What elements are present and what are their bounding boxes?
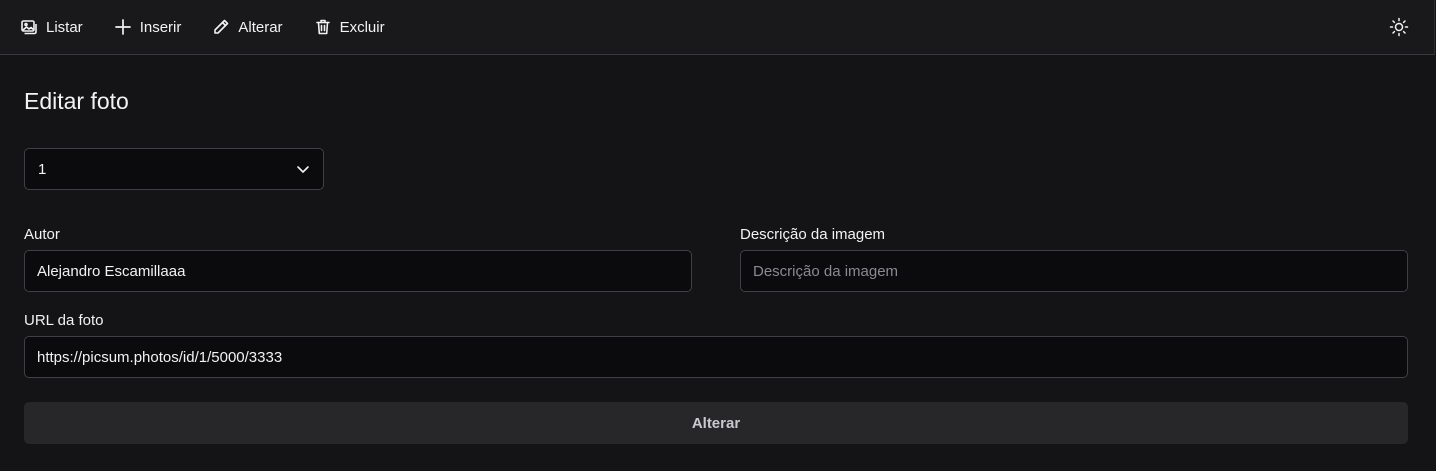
- url-label: URL da foto: [24, 312, 104, 329]
- url-input[interactable]: https://picsum.photos/id/1/5000/3333: [24, 336, 1408, 378]
- pencil-icon: [212, 18, 230, 36]
- nav-item-excluir[interactable]: Excluir: [314, 18, 385, 36]
- plus-icon: [114, 18, 132, 36]
- photo-select-value: 1: [38, 160, 47, 178]
- theme-toggle-button[interactable]: [1389, 17, 1409, 37]
- nav-item-label: Listar: [46, 18, 83, 36]
- trash-icon: [314, 18, 332, 36]
- nav-item-inserir[interactable]: Inserir: [114, 18, 182, 36]
- author-input[interactable]: Alejandro Escamillaaa: [24, 250, 692, 292]
- page-title: Editar foto: [24, 88, 129, 114]
- top-navbar: Listar Inserir Alterar Excluir: [0, 0, 1435, 55]
- nav-item-alterar[interactable]: Alterar: [212, 18, 283, 36]
- sun-icon: [1389, 17, 1409, 37]
- photo-select[interactable]: 1: [24, 148, 324, 190]
- description-label: Descrição da imagem: [740, 226, 886, 243]
- image-icon: [20, 18, 38, 36]
- nav-item-label: Inserir: [139, 18, 182, 36]
- description-input[interactable]: Descrição da imagem: [740, 250, 1408, 292]
- nav-item-listar[interactable]: Listar: [20, 18, 83, 36]
- nav-item-label: Alterar: [238, 18, 283, 36]
- nav-item-label: Excluir: [339, 18, 385, 36]
- author-label: Autor: [24, 226, 60, 243]
- chevron-down-icon: [295, 161, 311, 177]
- alterar-submit-button[interactable]: Alterar: [24, 402, 1408, 444]
